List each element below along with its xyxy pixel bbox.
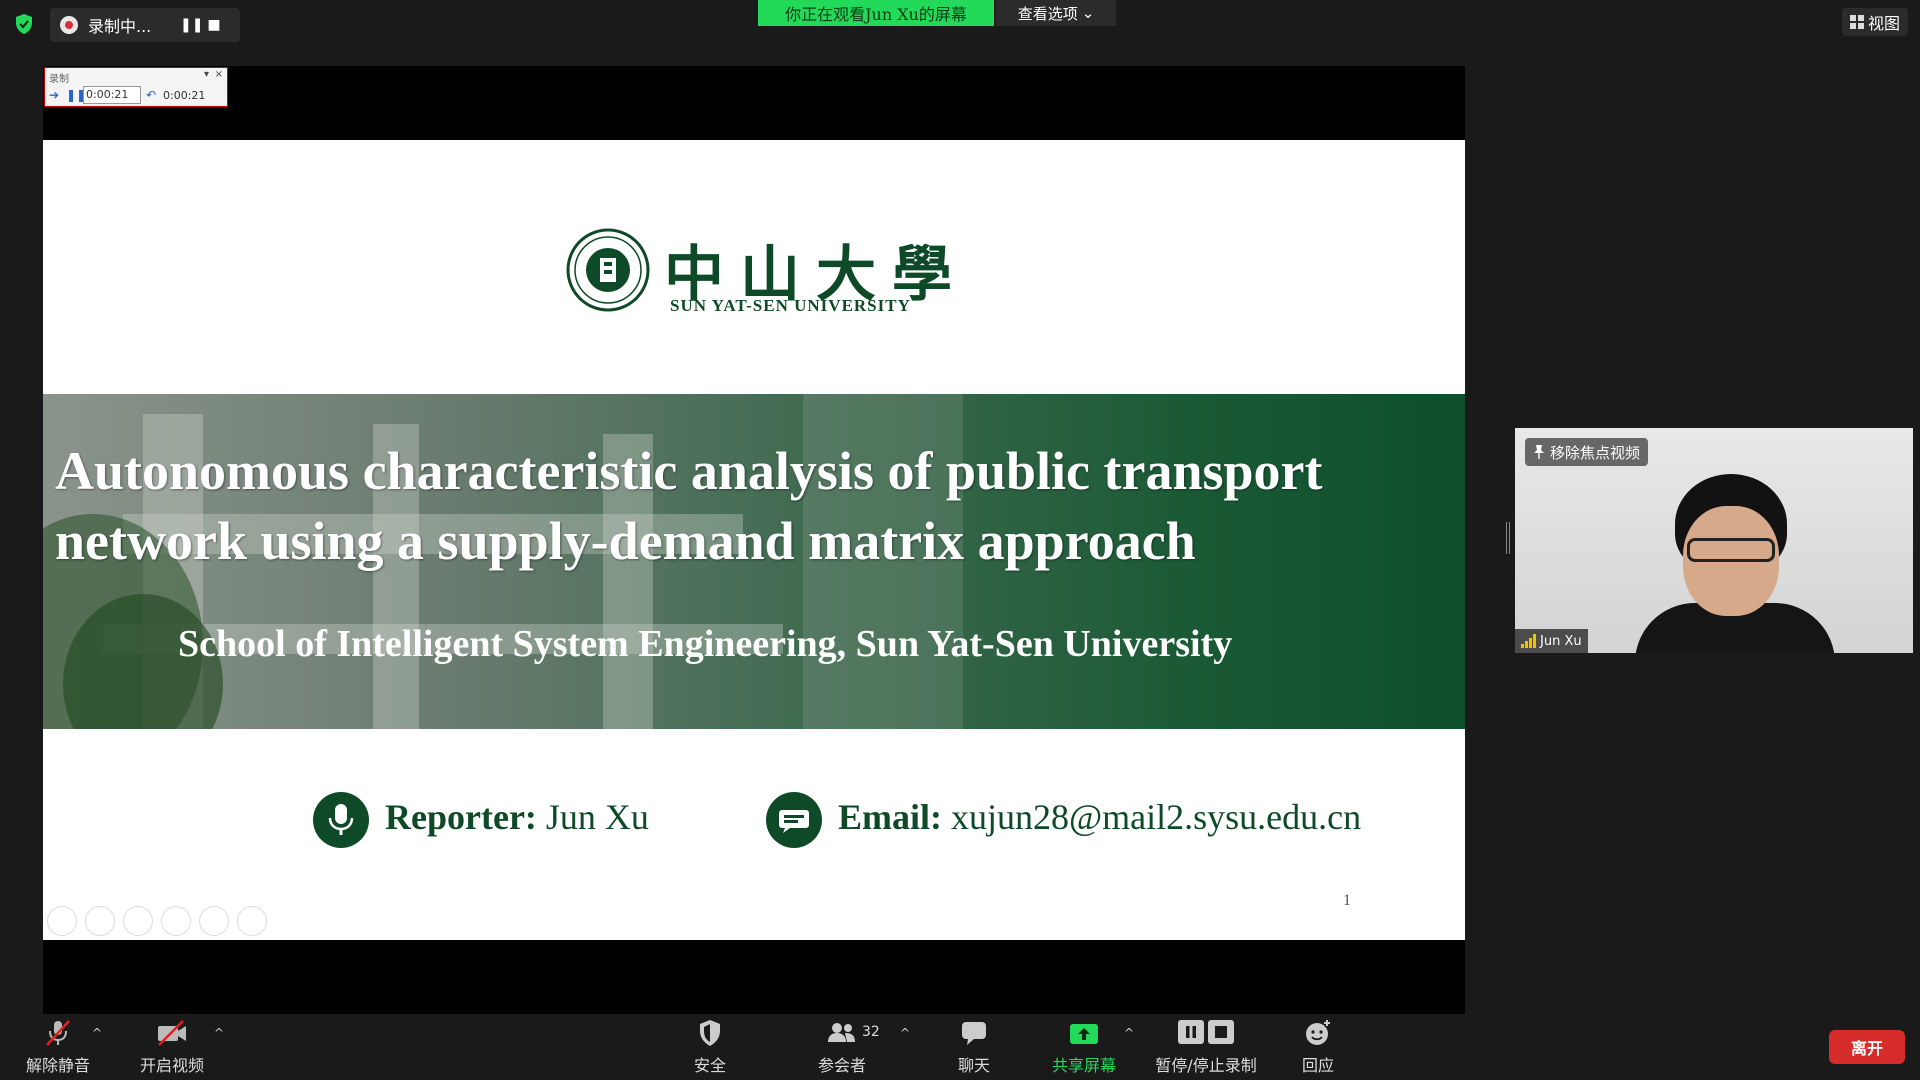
- grid-icon: [1849, 15, 1864, 29]
- leave-meeting-button[interactable]: 离开: [1829, 1030, 1905, 1064]
- unmute-label: 解除静音: [25, 1056, 90, 1075]
- security-shield-icon[interactable]: [12, 12, 36, 36]
- logo-english-name: SUN YAT-SEN UNIVERSITY: [670, 296, 911, 315]
- share-screen-label: 共享屏幕: [1051, 1056, 1116, 1075]
- shield-icon: [700, 1020, 720, 1046]
- security-button[interactable]: 安全: [680, 1014, 740, 1080]
- unpin-video-button[interactable]: 移除焦点视频: [1525, 438, 1649, 466]
- start-video-button[interactable]: 开启视频: [136, 1014, 208, 1080]
- panel-resize-handle[interactable]: [1506, 522, 1510, 554]
- chat-label: 聊天: [957, 1056, 990, 1075]
- signal-strength-icon: [1521, 634, 1536, 648]
- email-line: Email: xujun28@mail2.sysu.edu.cn: [838, 796, 1361, 838]
- slide-subtitle: School of Intelligent System Engineering…: [178, 623, 1233, 665]
- more-options-icon[interactable]: [237, 906, 267, 936]
- participants-label: 参会者: [817, 1056, 866, 1075]
- pin-icon: [1534, 445, 1544, 459]
- microphone-icon: [313, 792, 369, 848]
- previous-slide-icon[interactable]: [47, 906, 77, 936]
- email-label: Email:: [838, 797, 942, 837]
- emoji-icon: [1306, 1020, 1330, 1045]
- pen-icon[interactable]: [123, 906, 153, 936]
- view-layout-button[interactable]: 视图: [1842, 8, 1908, 36]
- start-video-label: 开启视频: [139, 1056, 204, 1075]
- chat-message-icon: [766, 792, 822, 848]
- video-options-caret-icon[interactable]: ^: [214, 1026, 224, 1040]
- recording-widget[interactable]: 录制 ▾ × ➔ ❚❚ 0:00:21 ↶ 0:00:21: [44, 67, 228, 107]
- view-options-label: 查看选项: [1017, 4, 1078, 23]
- recording-dot-icon: [60, 16, 78, 34]
- reactions-label: 回应: [1301, 1056, 1334, 1075]
- slideshow-nav-tools: [47, 906, 267, 936]
- participant-count: 32: [862, 1024, 880, 1040]
- security-label: 安全: [693, 1056, 726, 1075]
- unpin-video-label: 移除焦点视频: [1550, 443, 1641, 462]
- microphone-muted-icon: [46, 1020, 70, 1046]
- email-value: xujun28@mail2.sysu.edu.cn: [942, 797, 1362, 837]
- pause-recording-icon[interactable]: ❚❚: [180, 17, 203, 33]
- participant-name: Jun Xu: [1540, 633, 1582, 649]
- pause-stop-recording-button[interactable]: 暂停/停止录制: [1150, 1014, 1262, 1080]
- participants-icon: [828, 1023, 855, 1042]
- chevron-down-icon: ⌄: [1081, 4, 1095, 22]
- recording-elapsed: 0:00:21: [163, 88, 206, 102]
- reactions-button[interactable]: 回应: [1288, 1014, 1348, 1080]
- slide-page-number: 1: [1343, 892, 1351, 909]
- meeting-toolbar: 解除静音 ^ 开启视频 ^ 安全 参会者 32 ^ 聊天 共享屏幕 ^ 暂停/停…: [0, 1014, 1920, 1080]
- slide-title-line-2: network using a supply-demand matrix app…: [55, 511, 1196, 571]
- reporter-name: Jun Xu: [536, 797, 649, 837]
- zoom-icon[interactable]: [199, 906, 229, 936]
- dropdown-icon[interactable]: ▾: [204, 69, 209, 80]
- share-screen-button[interactable]: 共享屏幕: [1046, 1014, 1122, 1080]
- audio-options-caret-icon[interactable]: ^: [92, 1026, 102, 1040]
- reporter-label: Reporter:: [385, 797, 537, 837]
- university-seal-icon: [566, 228, 650, 312]
- chat-bubble-icon: [962, 1022, 986, 1045]
- recording-label: 录制中...: [88, 17, 152, 36]
- participant-nametag: Jun Xu: [1515, 629, 1588, 653]
- close-icon[interactable]: ×: [215, 69, 223, 80]
- pause-stop-icon: [1178, 1020, 1234, 1044]
- arrow-right-icon[interactable]: ➔: [49, 88, 61, 102]
- presentation-slide: 中山大學 SUN YAT-SEN UNIVERSITY Autonomous c…: [43, 140, 1465, 940]
- share-options-caret-icon[interactable]: ^: [1124, 1026, 1134, 1040]
- recording-widget-controls: ➔ ❚❚ 0:00:21 ↶ 0:00:21: [49, 86, 205, 104]
- title-banner: Autonomous characteristic analysis of pu…: [43, 394, 1465, 729]
- slide-title-line-1: Autonomous characteristic analysis of pu…: [55, 441, 1323, 501]
- view-layout-label: 视图: [1867, 14, 1900, 33]
- recording-time-field[interactable]: 0:00:21: [83, 86, 141, 104]
- participant-video[interactable]: 移除焦点视频 Jun Xu: [1515, 428, 1913, 653]
- reporter-line: Reporter: Jun Xu: [385, 796, 649, 838]
- pause-stop-recording-label: 暂停/停止录制: [1155, 1056, 1257, 1075]
- university-logo: 中山大學 SUN YAT-SEN UNIVERSITY: [566, 228, 966, 328]
- next-slide-icon[interactable]: [85, 906, 115, 936]
- share-screen-icon: [1070, 1024, 1098, 1044]
- view-options-button[interactable]: 查看选项 ⌄: [996, 0, 1116, 26]
- viewing-screen-banner: 你正在观看Jun Xu的屏幕: [758, 0, 994, 26]
- pause-icon[interactable]: ❚❚: [66, 88, 86, 102]
- stop-recording-icon[interactable]: ■: [206, 17, 222, 33]
- video-off-icon: [158, 1020, 186, 1046]
- top-bar: 录制中... ❚❚ ■ 你正在观看Jun Xu的屏幕 查看选项 ⌄ 视图: [0, 0, 1920, 44]
- participants-options-caret-icon[interactable]: ^: [900, 1026, 910, 1040]
- undo-icon[interactable]: ↶: [146, 88, 158, 102]
- slides-grid-icon[interactable]: [161, 906, 191, 936]
- unmute-button[interactable]: 解除静音: [22, 1014, 94, 1080]
- chat-button[interactable]: 聊天: [944, 1014, 1004, 1080]
- recording-widget-label: 录制: [49, 74, 69, 85]
- recording-indicator: 录制中... ❚❚ ■: [50, 8, 240, 42]
